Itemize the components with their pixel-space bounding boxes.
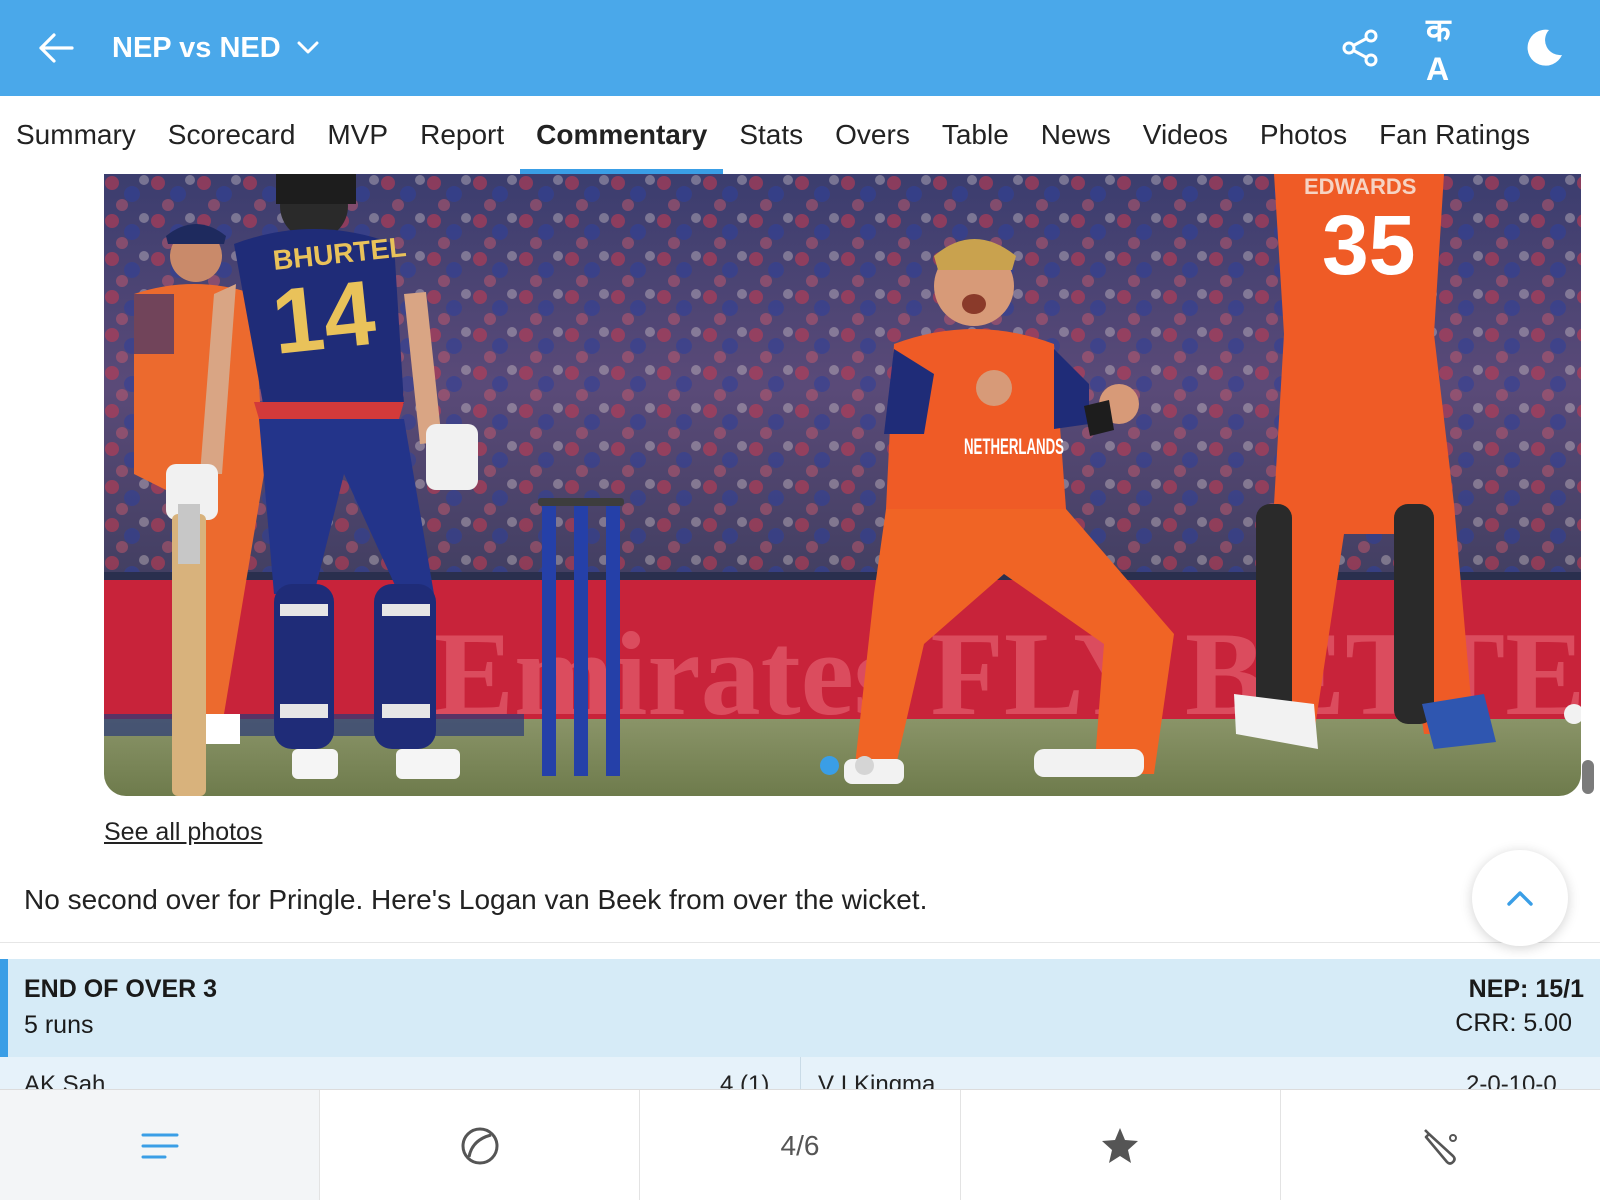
end-of-over-card: END OF OVER 3 5 runs NEP: 15/1 CRR: 5.00: [0, 959, 1600, 1057]
commentary-text: No second over for Pringle. Here's Logan…: [24, 884, 928, 915]
tab-news[interactable]: News: [1025, 96, 1127, 174]
nav-menu-button[interactable]: [0, 1090, 321, 1200]
divider: [0, 942, 1600, 943]
carousel-dot[interactable]: [820, 756, 839, 775]
tab-table[interactable]: Table: [926, 96, 1025, 174]
fielder-number-text: 35: [1322, 198, 1415, 292]
share-button[interactable]: [1334, 22, 1386, 74]
bottom-navigation: 4/6: [0, 1089, 1600, 1200]
over-player-stats: AK Sah 4 (1) V I Kingma 2-0-10-0: [0, 1057, 1600, 1089]
tab-summary[interactable]: Summary: [0, 96, 152, 174]
language-icon: क A: [1426, 12, 1451, 87]
tab-mvp[interactable]: MVP: [311, 96, 404, 174]
carousel-dot[interactable]: [855, 756, 874, 775]
batter-number-text: 14: [267, 262, 379, 374]
tab-overs[interactable]: Overs: [819, 96, 926, 174]
share-icon: [1342, 29, 1378, 67]
scroll-to-top-button[interactable]: [1472, 850, 1568, 946]
menu-lines-icon: [141, 1133, 179, 1158]
cricket-bat-icon: [1424, 1128, 1458, 1165]
cricket-ball-icon: [461, 1127, 499, 1164]
tab-videos[interactable]: Videos: [1127, 96, 1244, 174]
batter-name: AK Sah: [24, 1071, 106, 1089]
app-root: NEP vs NED क A Summary Scorecard MVP Report…: [0, 0, 1600, 1200]
chevron-down-icon: [297, 41, 319, 54]
carousel-dots: [820, 756, 874, 775]
match-photo: Emirates FLY BETTER BHURTEL 14 NETHERLAN…: [104, 174, 1581, 796]
stats-separator: [800, 1057, 801, 1089]
scrollbar-thumb[interactable]: [1582, 760, 1594, 794]
bowler-jersey-text: NETHERLANDS: [964, 434, 1064, 459]
tab-photos[interactable]: Photos: [1244, 96, 1363, 174]
page-indicator-text: 4/6: [780, 1129, 820, 1161]
tab-commentary[interactable]: Commentary: [520, 96, 724, 174]
language-button[interactable]: क A: [1426, 12, 1478, 87]
fielder-name-text: EDWARDS: [1304, 174, 1416, 199]
nav-favorites-button[interactable]: [961, 1090, 1281, 1200]
match-title: NEP vs NED: [112, 31, 281, 64]
nav-bat-button[interactable]: [1281, 1090, 1600, 1200]
bowler-stats: 2-0-10-0: [1466, 1071, 1557, 1089]
stumps: [538, 498, 624, 776]
tab-fan-ratings[interactable]: Fan Ratings: [1363, 96, 1546, 174]
dark-mode-button[interactable]: [1518, 22, 1570, 74]
moon-icon: [1527, 29, 1562, 66]
over-runs: 5 runs: [24, 1011, 94, 1039]
over-title: END OF OVER 3: [24, 975, 218, 1003]
tab-report[interactable]: Report: [404, 96, 520, 174]
team-score: NEP: 15/1: [1468, 975, 1584, 1003]
photo-carousel[interactable]: Emirates FLY BETTER BHURTEL 14 NETHERLAN…: [104, 174, 1581, 796]
back-button[interactable]: [34, 28, 78, 68]
bowler-name: V I Kingma: [818, 1071, 936, 1089]
top-app-bar: NEP vs NED क A: [0, 0, 1600, 96]
match-selector[interactable]: NEP vs NED: [112, 28, 319, 68]
nav-ball-button[interactable]: [320, 1090, 641, 1200]
back-arrow-icon: [39, 33, 74, 63]
see-all-photos-link[interactable]: See all photos: [104, 818, 262, 847]
chevron-up-icon: [1507, 891, 1533, 906]
current-run-rate: CRR: 5.00: [1455, 1009, 1572, 1037]
batter-stats: 4 (1): [720, 1071, 770, 1089]
section-tabs: Summary Scorecard MVP Report Commentary Stats…: [0, 96, 1600, 174]
nav-page-indicator[interactable]: 4/6: [640, 1090, 961, 1200]
tab-scorecard[interactable]: Scorecard: [152, 96, 312, 174]
tab-stats[interactable]: Stats: [723, 96, 819, 174]
star-icon: [1102, 1127, 1139, 1163]
header-actions: क A: [1334, 12, 1570, 87]
